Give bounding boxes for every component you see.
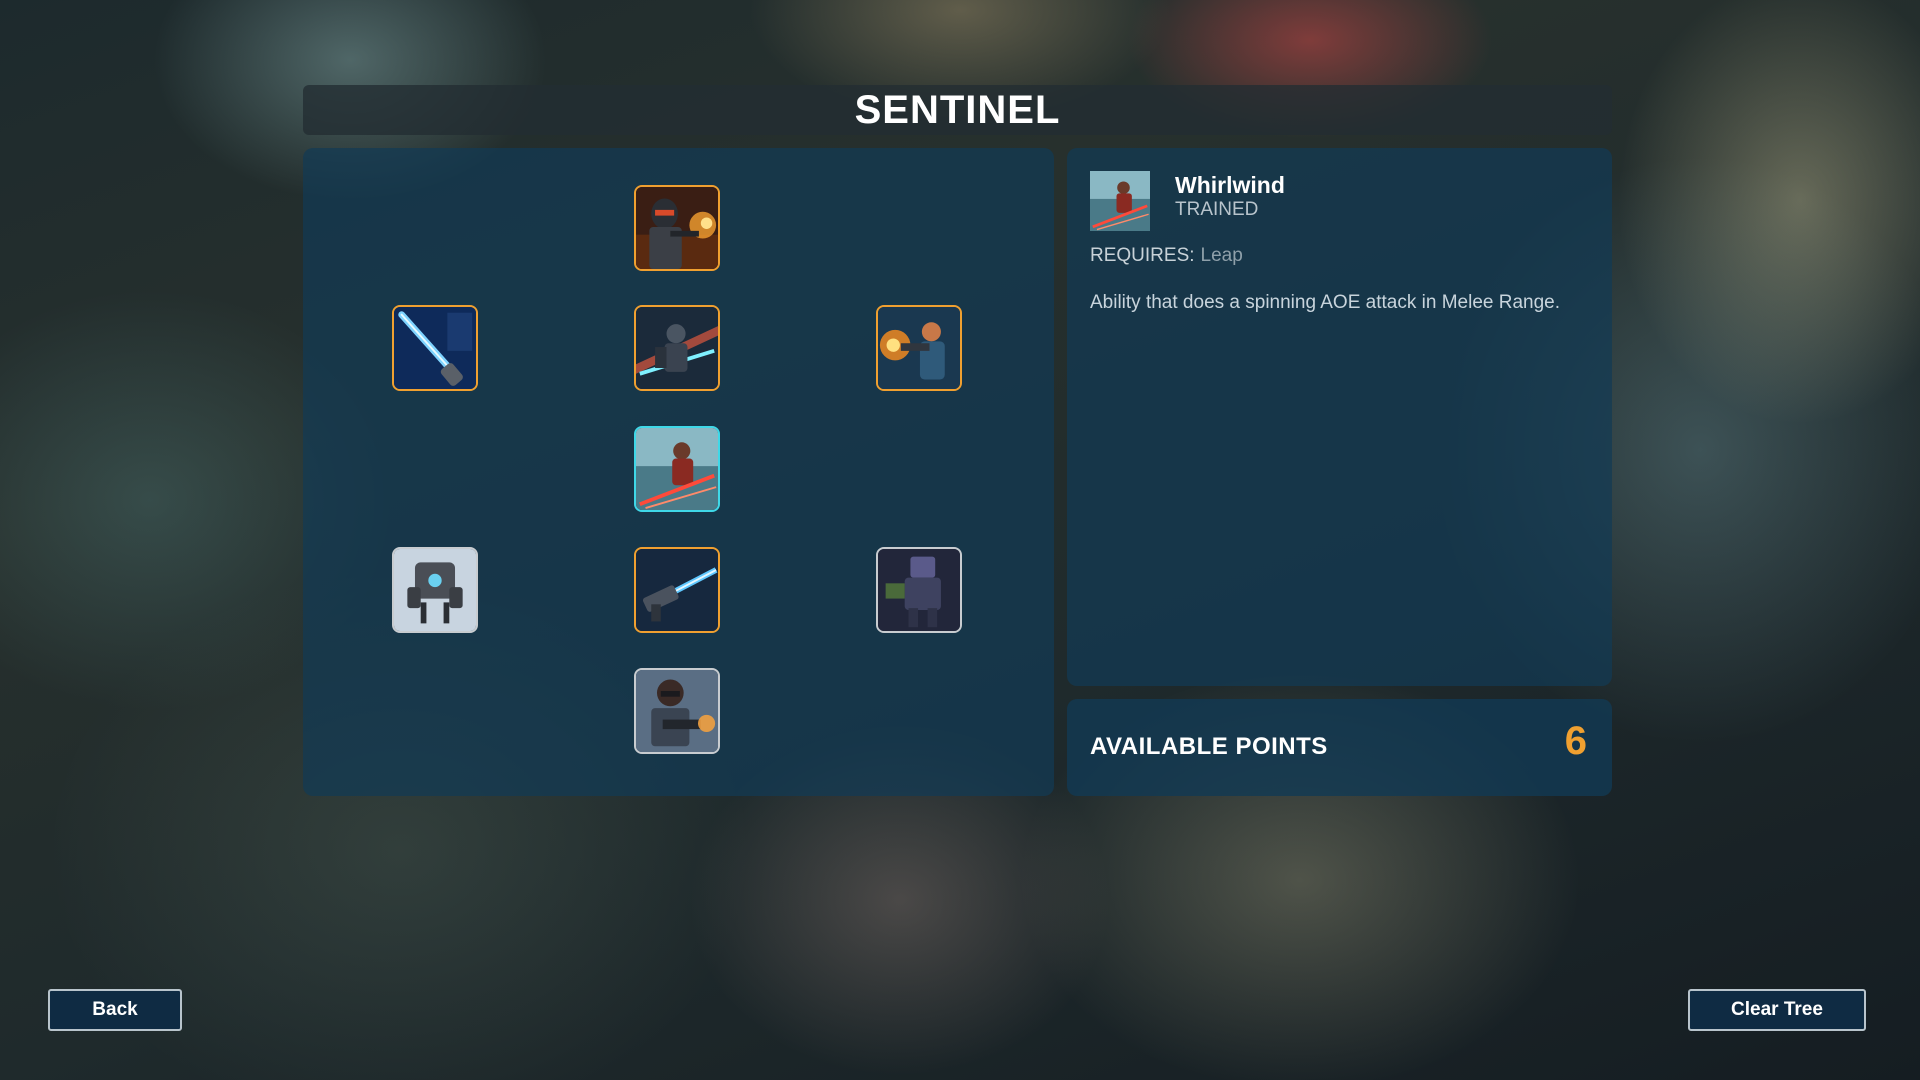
- requires-value: Leap: [1200, 245, 1243, 266]
- whirlwind-icon: [1090, 171, 1150, 231]
- back-button[interactable]: Back: [48, 989, 182, 1031]
- available-points-panel: AVAILABLE POINTS 6: [1067, 699, 1612, 796]
- skill-name: Whirlwind: [1175, 172, 1285, 198]
- available-points-value: 6: [1564, 719, 1587, 763]
- skill-tree-panel: [303, 148, 1054, 796]
- skill-node-whirlwind[interactable]: [634, 426, 720, 512]
- skill-requirements: REQUIRES: Leap: [1090, 245, 1243, 267]
- skill-node-energy-blade[interactable]: [392, 305, 478, 391]
- requires-label: REQUIRES:: [1090, 245, 1195, 266]
- available-points-label: AVAILABLE POINTS: [1090, 733, 1328, 760]
- whirlwind-icon: [636, 428, 718, 510]
- skill-node-masked-gunner[interactable]: [634, 668, 720, 754]
- skill-node-mech-slash[interactable]: [634, 305, 720, 391]
- combat-drone-icon: [394, 549, 476, 631]
- blue-energy-blade-icon: [394, 307, 476, 389]
- armored-soldier-firing-icon: [636, 187, 718, 269]
- title-bar: SENTINEL: [303, 85, 1612, 135]
- skill-node-heavy-mech[interactable]: [876, 547, 962, 633]
- skill-node-combat-drone[interactable]: [392, 547, 478, 633]
- skill-detail-panel: Whirlwind TRAINED REQUIRES: Leap Ability …: [1067, 148, 1612, 686]
- skill-node-plasma-rifle[interactable]: [634, 547, 720, 633]
- selected-skill-icon: [1090, 171, 1150, 231]
- skill-description: Ability that does a spinning AOE attack …: [1090, 292, 1560, 313]
- skill-node-blaster-soldier[interactable]: [876, 305, 962, 391]
- page-title: SENTINEL: [854, 87, 1061, 132]
- mech-warrior-slash-icon: [636, 307, 718, 389]
- skill-status: TRAINED: [1175, 199, 1259, 220]
- soldier-firing-blaster-icon: [878, 307, 960, 389]
- plasma-rifle-icon: [636, 549, 718, 631]
- skill-node-armored-soldier[interactable]: [634, 185, 720, 271]
- masked-gunner-icon: [636, 670, 718, 752]
- clear-tree-button[interactable]: Clear Tree: [1688, 989, 1866, 1031]
- heavy-mech-icon: [878, 549, 960, 631]
